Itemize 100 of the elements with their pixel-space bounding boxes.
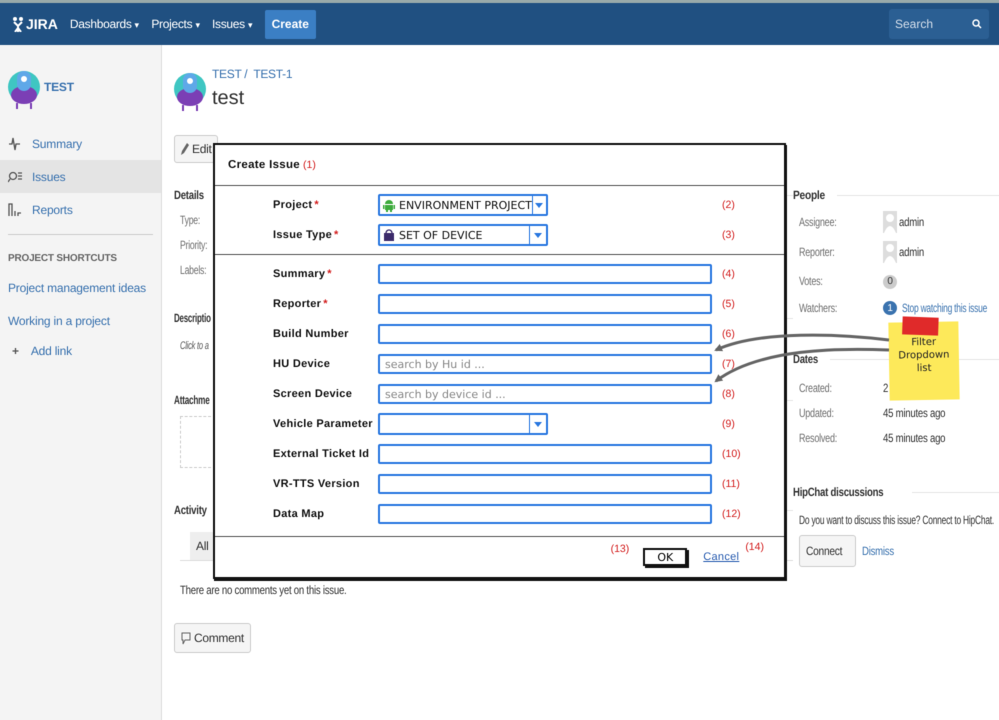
comment-button[interactable]: Comment: [174, 623, 251, 653]
dropdown-field[interactable]: [378, 413, 548, 435]
annotation-number: (6): [721, 328, 736, 340]
empty-message: There are no comments yet on this issue.: [180, 583, 346, 597]
speech-bubble-icon: [181, 632, 191, 644]
sidebar-item[interactable]: Summary: [0, 127, 161, 160]
sidebar-item[interactable]: Issues: [0, 160, 161, 193]
caret-icon: [534, 232, 542, 238]
annotation-number: (10): [721, 448, 742, 460]
field-label: Type:: [180, 212, 200, 226]
field-label: Data Map: [273, 508, 324, 520]
annotation-number: (7): [721, 358, 736, 370]
section-heading: Activity: [174, 503, 207, 517]
field-label: Vehicle Parameter: [273, 418, 373, 430]
ok-button[interactable]: OK: [643, 548, 688, 566]
hipchat-prompt: Do you want to discuss this issue? Connect to HipChat.: [799, 513, 994, 527]
field-label: Priority:: [180, 238, 208, 252]
nav-menu[interactable]: Dashboards ▾: [70, 17, 140, 31]
field-label: External Ticket Id: [273, 448, 370, 460]
date-value: 45 minutes ago: [883, 406, 946, 420]
annotation-number: (4): [721, 268, 736, 280]
field-label: VR-TTS Version: [273, 478, 360, 490]
dropdown-field[interactable]: SET OF DEVICE: [378, 224, 548, 246]
add-link[interactable]: + Add link: [0, 338, 161, 364]
date-value: 45 minutes ago: [883, 430, 946, 444]
date-value: 2: [883, 380, 890, 394]
field-label: Summary *: [273, 268, 332, 280]
section-heading: People: [793, 188, 825, 202]
breadcrumb-link[interactable]: TEST-1: [253, 67, 292, 81]
field-label: Votes:: [799, 274, 824, 288]
activity-tab[interactable]: All: [190, 532, 214, 560]
annotation-number: (3): [721, 229, 736, 241]
field-label: Updated:: [799, 406, 835, 420]
cancel-link[interactable]: Cancel: [703, 551, 740, 563]
pulse-icon: [8, 136, 22, 152]
shortcut-link[interactable]: Project management ideas: [0, 272, 161, 305]
shortcut-link[interactable]: Working in a project: [0, 305, 161, 338]
pencil-icon: [181, 143, 189, 155]
nav-menu[interactable]: Issues ▾: [212, 17, 253, 31]
input-field[interactable]: [378, 324, 712, 344]
dropdown-field[interactable]: ENVIRONMENT PROJECT: [378, 194, 548, 216]
input-field[interactable]: search by device id ...: [378, 384, 712, 404]
input-field[interactable]: search by Hu id ...: [378, 354, 712, 374]
field-label: Created:: [799, 380, 833, 394]
connect-button[interactable]: Connect: [799, 535, 856, 567]
section-heading: HipChat discussions: [793, 485, 884, 499]
search-icon: [972, 19, 982, 29]
annotation-number: (11): [721, 478, 741, 490]
section-heading: Details: [174, 188, 204, 202]
annotation-number: (13): [610, 543, 630, 555]
user-avatar-icon: [883, 241, 897, 263]
section-heading: Dates: [793, 352, 818, 366]
field-label: Screen Device: [273, 388, 352, 400]
logo-icon: [12, 16, 24, 32]
annotation-number: (2): [721, 199, 736, 211]
description-prompt[interactable]: Click to a: [180, 340, 209, 352]
section-heading: PROJECT SHORTCUTS: [7, 252, 118, 266]
input-field[interactable]: [378, 474, 712, 494]
field-label: Reporter:: [799, 245, 836, 259]
annotation-number: (9): [721, 418, 736, 430]
input-field[interactable]: [378, 504, 712, 524]
caret-icon: [535, 202, 544, 208]
field-label: Labels:: [180, 262, 206, 276]
dismiss-link[interactable]: Dismiss: [862, 544, 894, 558]
annotation-number: (8): [721, 388, 736, 400]
breadcrumb-link[interactable]: TEST /: [212, 67, 248, 81]
edit-button[interactable]: Edit: [174, 135, 218, 163]
project-name[interactable]: TEST: [44, 80, 74, 94]
user-name: admin: [899, 215, 924, 229]
field-label: Build Number: [273, 328, 349, 340]
section-heading: Attachme: [174, 393, 210, 407]
sidebar-item[interactable]: Reports: [0, 193, 161, 226]
field-label: Reporter *: [273, 298, 328, 310]
chart-icon: [8, 202, 22, 218]
annotation-number: (1): [303, 159, 316, 171]
field-label: Issue Type *: [273, 229, 339, 241]
watcher-count[interactable]: 1: [883, 301, 897, 315]
field-label: Project *: [273, 199, 319, 211]
annotation-number: (14): [745, 541, 764, 553]
user-avatar-icon: [883, 211, 897, 233]
create-button[interactable]: Create: [264, 10, 316, 38]
vote-count[interactable]: 0: [883, 274, 897, 289]
annotation-number: (12): [721, 508, 742, 520]
section-heading: Descriptio: [174, 311, 211, 325]
note-text: Filter Dropdown list: [897, 336, 950, 376]
caret-icon: [534, 422, 542, 426]
input-field[interactable]: [378, 294, 712, 314]
user-name: admin: [899, 245, 924, 259]
input-field[interactable]: [378, 264, 712, 284]
watch-link[interactable]: Stop watching this issue: [902, 301, 988, 315]
nav-menu[interactable]: Projects ▾: [151, 17, 200, 31]
search-field[interactable]: Search: [889, 9, 989, 39]
input-field[interactable]: [378, 444, 712, 464]
logo-text: JIRA: [26, 16, 58, 32]
bag-icon: [383, 229, 395, 241]
tape-mark: [902, 316, 939, 336]
field-label: Watchers:: [799, 301, 838, 315]
field-label: Resolved:: [799, 430, 838, 444]
field-label: HU Device: [273, 358, 330, 370]
issue-title: test: [212, 87, 246, 110]
